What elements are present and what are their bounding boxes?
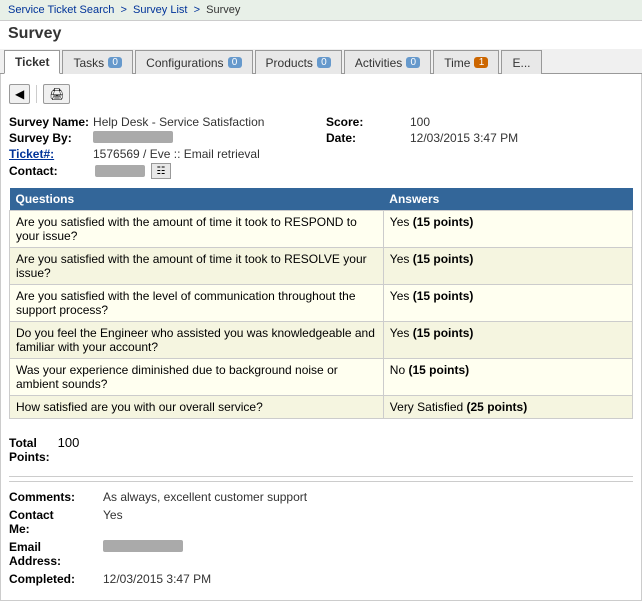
ticket-row: Ticket#: 1576569 / Eve :: Email retrieva… — [9, 146, 316, 162]
answer-cell: Very Satisfied (25 points) — [383, 396, 632, 419]
survey-by-value — [93, 131, 173, 143]
answer-points: (15 points) — [413, 289, 474, 303]
total-value: 100 — [58, 435, 80, 450]
table-row: Are you satisfied with the amount of tim… — [10, 248, 633, 285]
survey-by-row: Survey By: — [9, 130, 316, 146]
table-row: Are you satisfied with the level of comm… — [10, 285, 633, 322]
content-area: ◀ 🖨 Survey Name: Help Desk - Service Sat… — [0, 74, 642, 601]
question-cell: How satisfied are you with our overall s… — [10, 396, 384, 419]
contact-row: Contact: ☷ — [9, 162, 316, 180]
comments-label: Comments: — [9, 490, 99, 504]
tab-activities[interactable]: Activities 0 — [344, 50, 431, 74]
survey-table: Questions Answers Are you satisfied with… — [9, 188, 633, 419]
table-row: Are you satisfied with the amount of tim… — [10, 211, 633, 248]
tab-extra[interactable]: E... — [501, 50, 541, 74]
contact-label: Contact: — [9, 164, 89, 178]
page-title: Survey — [0, 21, 642, 49]
answer-points: (15 points) — [413, 252, 474, 266]
toolbar-separator — [36, 85, 37, 103]
answer-points: (25 points) — [467, 400, 528, 414]
answer-cell: Yes (15 points) — [383, 211, 632, 248]
breadcrumb-current: Survey — [206, 4, 240, 16]
tab-products[interactable]: Products 0 — [255, 50, 342, 74]
comments-section: Comments: As always, excellent customer … — [9, 481, 633, 594]
email-value — [103, 540, 183, 552]
ticket-value: 1576569 / Eve :: Email retrieval — [93, 147, 260, 161]
total-row: Total Points: 100 — [9, 435, 633, 464]
answer-points: (15 points) — [413, 326, 474, 340]
date-value: 12/03/2015 3:47 PM — [410, 131, 518, 145]
table-row: How satisfied are you with our overall s… — [10, 396, 633, 419]
answer-points: (15 points) — [413, 215, 474, 229]
breadcrumb: Service Ticket Search > Survey List > Su… — [0, 0, 642, 21]
email-label: Email Address: — [9, 540, 99, 568]
comments-value: As always, excellent customer support — [103, 490, 307, 504]
tab-time[interactable]: Time 1 — [433, 50, 499, 74]
ticket-label[interactable]: Ticket#: — [9, 147, 89, 161]
contact-me-value: Yes — [103, 508, 123, 522]
contact-me-row: Contact Me: Yes — [9, 506, 633, 538]
email-row: Email Address: — [9, 538, 633, 570]
print-button[interactable]: 🖨 — [43, 84, 70, 104]
comments-row: Comments: As always, excellent customer … — [9, 488, 633, 506]
survey-info: Survey Name: Help Desk - Service Satisfa… — [9, 114, 633, 180]
total-label: Total Points: — [9, 436, 50, 464]
question-cell: Do you feel the Engineer who assisted yo… — [10, 322, 384, 359]
survey-name-row: Survey Name: Help Desk - Service Satisfa… — [9, 114, 316, 130]
tasks-badge: 0 — [108, 57, 122, 68]
date-row: Date: 12/03/2015 3:47 PM — [326, 130, 633, 146]
answer-cell: Yes (15 points) — [383, 322, 632, 359]
survey-by-label: Survey By: — [9, 131, 89, 145]
configurations-badge: 0 — [228, 57, 242, 68]
tabs-bar: Ticket Tasks 0 Configurations 0 Products… — [0, 49, 642, 74]
question-cell: Are you satisfied with the amount of tim… — [10, 248, 384, 285]
table-row: Was your experience diminished due to ba… — [10, 359, 633, 396]
tab-configurations[interactable]: Configurations 0 — [135, 50, 252, 74]
contact-value — [95, 165, 145, 177]
answer-points: (15 points) — [408, 363, 469, 377]
toolbar: ◀ 🖨 — [9, 80, 633, 108]
time-badge: 1 — [474, 57, 488, 68]
tab-ticket[interactable]: Ticket — [4, 50, 60, 74]
col-answers: Answers — [383, 188, 632, 211]
table-row: Do you feel the Engineer who assisted yo… — [10, 322, 633, 359]
date-label: Date: — [326, 131, 406, 145]
divider — [9, 476, 633, 477]
back-button[interactable]: ◀ — [9, 84, 30, 104]
answer-cell: No (15 points) — [383, 359, 632, 396]
completed-row: Completed: 12/03/2015 3:47 PM — [9, 570, 633, 588]
total-section: Total Points: 100 — [9, 429, 633, 470]
question-cell: Are you satisfied with the level of comm… — [10, 285, 384, 322]
score-row: Score: 100 — [326, 114, 633, 130]
answer-cell: Yes (15 points) — [383, 285, 632, 322]
tab-tasks[interactable]: Tasks 0 — [62, 50, 133, 74]
contact-me-label: Contact Me: — [9, 508, 99, 536]
completed-value: 12/03/2015 3:47 PM — [103, 572, 211, 586]
answer-cell: Yes (15 points) — [383, 248, 632, 285]
products-badge: 0 — [317, 57, 331, 68]
col-questions: Questions — [10, 188, 384, 211]
breadcrumb-survey-list[interactable]: Survey List — [133, 4, 187, 16]
survey-name-value: Help Desk - Service Satisfaction — [93, 115, 264, 129]
question-cell: Are you satisfied with the amount of tim… — [10, 211, 384, 248]
score-label: Score: — [326, 115, 406, 129]
completed-label: Completed: — [9, 572, 99, 586]
breadcrumb-service-ticket-search[interactable]: Service Ticket Search — [8, 4, 114, 16]
score-value: 100 — [410, 115, 430, 129]
question-cell: Was your experience diminished due to ba… — [10, 359, 384, 396]
contact-icon-button[interactable]: ☷ — [151, 163, 171, 179]
activities-badge: 0 — [406, 57, 420, 68]
survey-name-label: Survey Name: — [9, 115, 89, 129]
